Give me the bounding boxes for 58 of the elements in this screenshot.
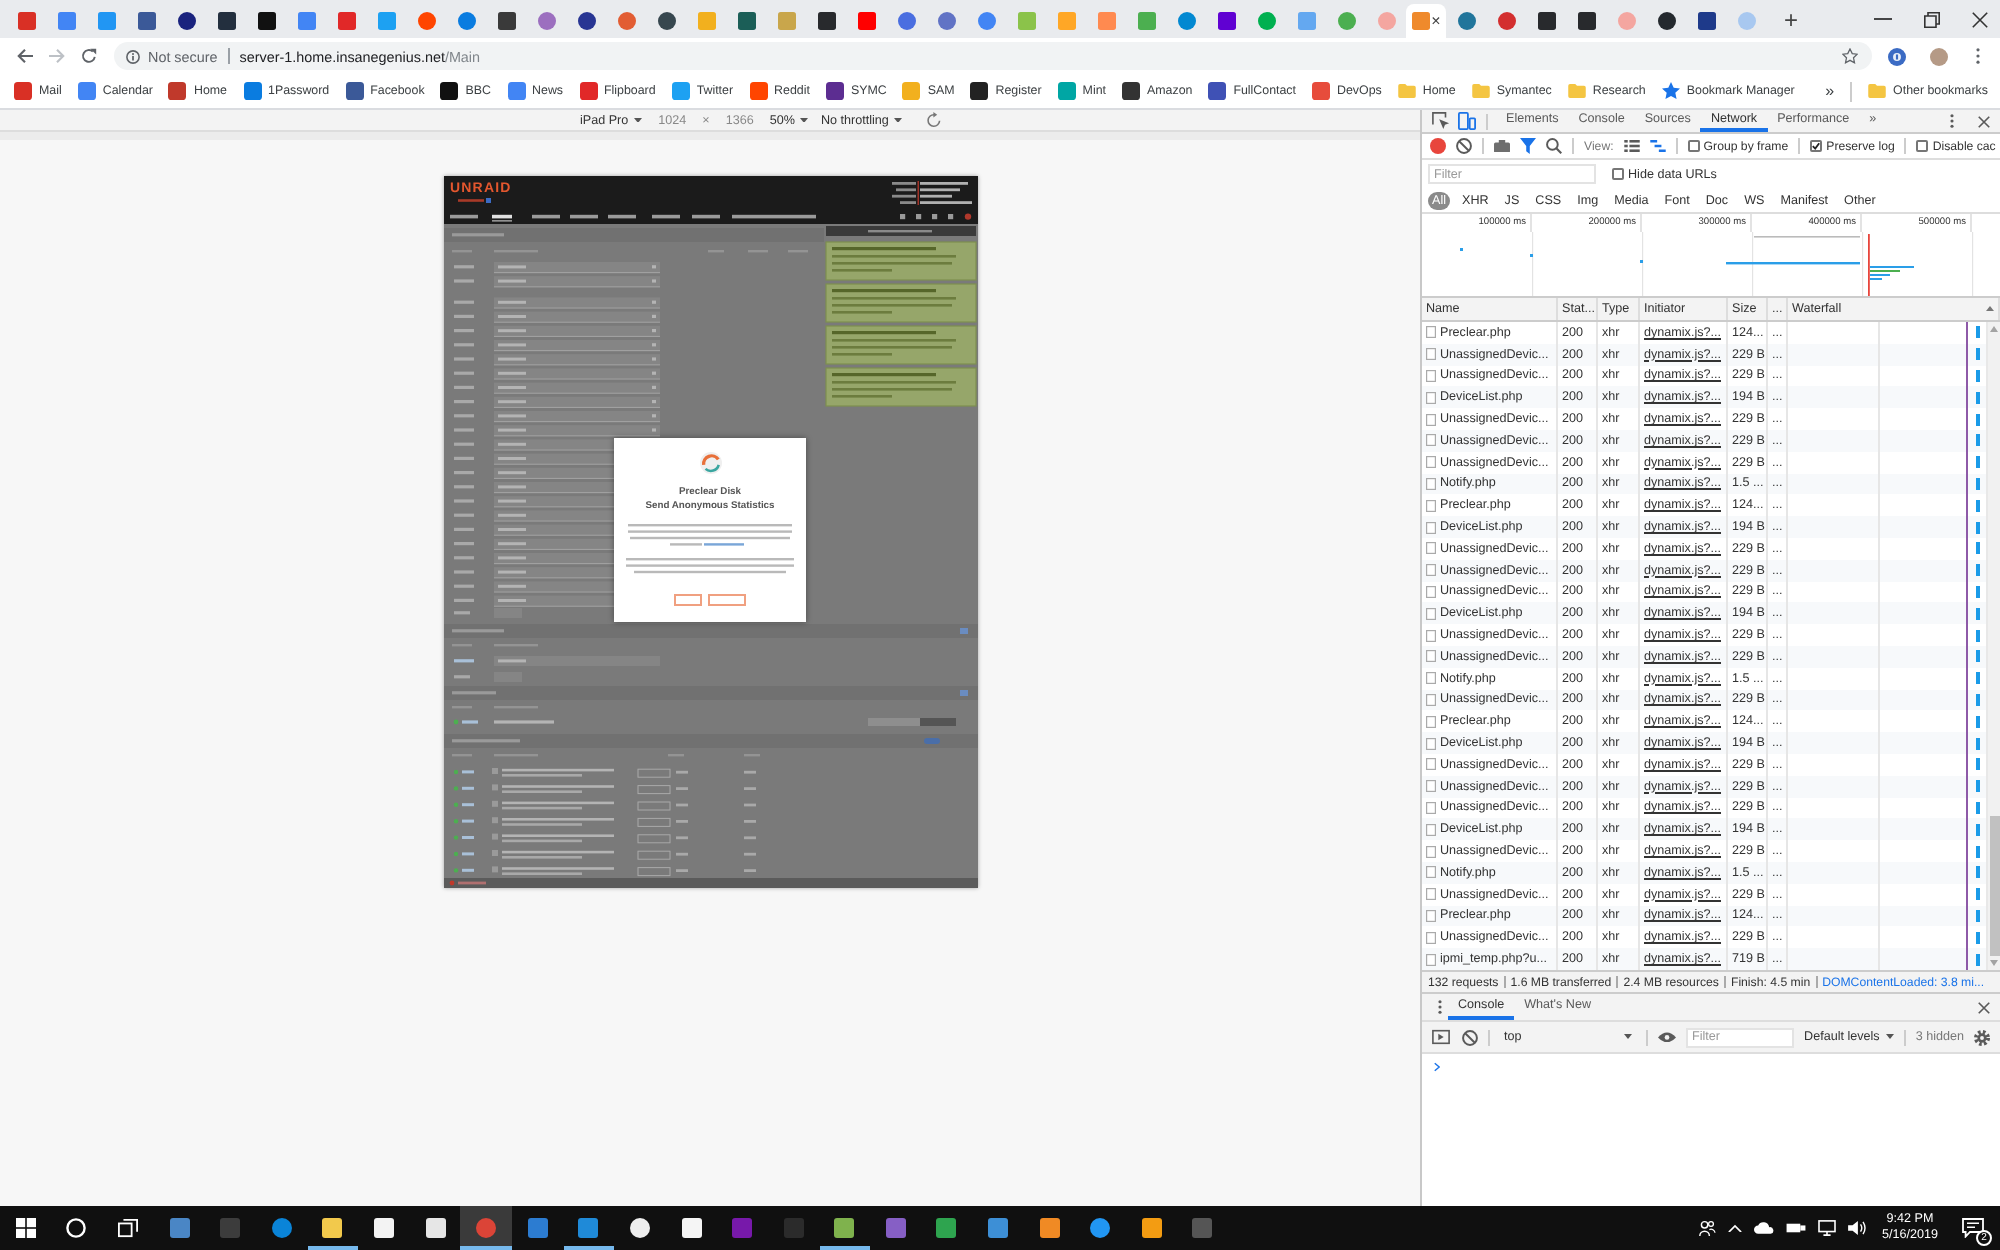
keyhole-circle-icon[interactable]: [1888, 47, 1906, 65]
eye-icon[interactable]: [1658, 1031, 1677, 1043]
star-outline-icon[interactable]: [1842, 48, 1858, 64]
caret-icon: [1624, 1034, 1633, 1040]
checkbox[interactable]: [1810, 140, 1823, 152]
checkbox[interactable]: [1612, 168, 1624, 180]
folder-icon: [1471, 84, 1490, 98]
restore-icon[interactable]: [1924, 11, 1940, 27]
swirl-logo-icon: [699, 452, 721, 474]
tab-close-button[interactable]: ×: [1431, 13, 1441, 29]
settings-icon[interactable]: [1974, 1029, 1990, 1045]
folder-icon: [1397, 84, 1416, 98]
rotate-icon[interactable]: [926, 112, 943, 128]
folder-icon: [1567, 84, 1586, 98]
devices-icon[interactable]: [1458, 112, 1476, 130]
prohibited-icon[interactable]: [1462, 1029, 1478, 1045]
speech-bubble-icon[interactable]: [1962, 1218, 1984, 1238]
prompt-chevron-icon: [1434, 1062, 1440, 1072]
info-lines-drawing: [892, 180, 972, 206]
scrollbar-thumb[interactable]: [1989, 816, 1999, 956]
cloud-icon[interactable]: [1753, 1222, 1774, 1234]
stacked-squares-icon[interactable]: [117, 1218, 138, 1238]
cursor-box-icon[interactable]: [1432, 112, 1450, 130]
back-arrow-icon[interactable]: [16, 48, 34, 64]
checkbox[interactable]: [1916, 140, 1929, 152]
play-box-icon[interactable]: [1432, 1028, 1450, 1046]
profile-avatar-icon[interactable]: [1930, 47, 1948, 65]
close-drawer-icon[interactable]: [1978, 1001, 1990, 1013]
funnel-icon[interactable]: [1520, 138, 1536, 154]
more-bookmarks-button[interactable]: »: [1825, 81, 1835, 101]
star-icon: [1661, 82, 1680, 100]
people-icon[interactable]: [1697, 1220, 1716, 1236]
monitor-icon[interactable]: [1817, 1220, 1836, 1236]
search-icon[interactable]: [1546, 138, 1562, 154]
caret-icon: [800, 117, 809, 123]
speaker-icon[interactable]: [1847, 1220, 1866, 1236]
prohibited-icon[interactable]: [1456, 138, 1472, 154]
sort-arrow-icon: [1986, 306, 1994, 312]
checkbox[interactable]: [1687, 140, 1700, 152]
chevron-up-icon[interactable]: [1727, 1223, 1742, 1233]
scrollbar[interactable]: [1986, 322, 2000, 970]
list-icon[interactable]: [1623, 140, 1640, 152]
staggered-bars-icon[interactable]: [1649, 140, 1666, 152]
reload-icon[interactable]: [80, 48, 98, 64]
close-icon[interactable]: [1972, 11, 1988, 27]
four-squares-icon[interactable]: [15, 1218, 36, 1238]
close-icon[interactable]: [1978, 115, 1990, 127]
caret-icon: [634, 117, 643, 123]
new-tab-button[interactable]: +: [1784, 8, 1799, 32]
browser-tab[interactable]: ×: [1406, 4, 1446, 38]
ring-icon[interactable]: [66, 1218, 87, 1238]
caret-icon: [894, 117, 903, 123]
usb-drive-icon[interactable]: [1785, 1222, 1806, 1234]
camera-icon[interactable]: [1494, 139, 1510, 153]
caret-icon: [1885, 1034, 1894, 1040]
record-icon[interactable]: [1430, 138, 1446, 154]
info-icon[interactable]: [126, 49, 140, 63]
folder-icon: [1868, 84, 1887, 98]
